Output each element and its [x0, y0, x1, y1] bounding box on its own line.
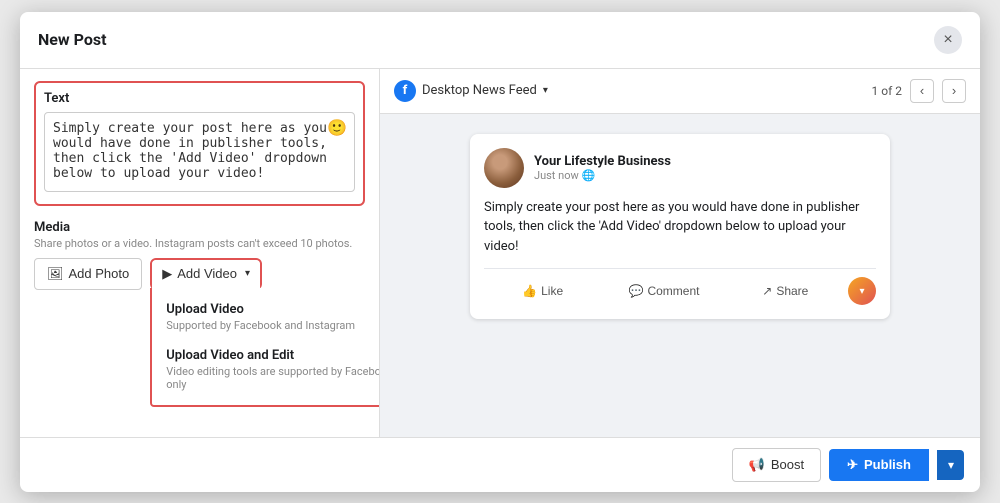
media-buttons: 🖼 Add Photo ▶ Add Video ▾ Uploa — [34, 258, 365, 290]
post-card: Your Lifestyle Business Just now 🌐 Simpl… — [470, 134, 890, 320]
nav-count: 1 of 2 — [872, 84, 902, 98]
publish-label: Publish — [864, 457, 911, 472]
preview-content: Your Lifestyle Business Just now 🌐 Simpl… — [380, 114, 980, 437]
post-time: Just now 🌐 — [534, 169, 671, 182]
media-sublabel: Share photos or a video. Instagram posts… — [34, 237, 365, 250]
modal-body: Text 🙂 Media Share photos or a video. In… — [20, 69, 980, 437]
preview-header: f Desktop News Feed ▾ 1 of 2 ‹ › — [380, 69, 980, 114]
upload-video-edit-item[interactable]: Upload Video and Edit Video editing tool… — [152, 340, 380, 399]
comment-icon: 💬 — [629, 284, 644, 298]
upload-video-subtitle: Supported by Facebook and Instagram — [166, 319, 380, 332]
emoji-icon[interactable]: 🙂 — [327, 118, 347, 137]
modal-header: New Post × — [20, 12, 980, 69]
text-section: Text 🙂 — [34, 81, 365, 206]
media-label: Media — [34, 220, 365, 235]
share-icon: ↗ — [762, 284, 772, 298]
media-section: Media Share photos or a video. Instagram… — [34, 220, 365, 302]
preview-chevron-icon: ▾ — [543, 85, 548, 96]
post-text-input[interactable] — [44, 112, 355, 192]
new-post-modal: New Post × Text 🙂 Media Share photos or — [20, 12, 980, 492]
post-text: Simply create your post here as you woul… — [484, 198, 876, 257]
publish-icon: ✈ — [847, 457, 858, 473]
avatar — [484, 148, 524, 188]
nav-next-button[interactable]: › — [942, 79, 966, 103]
color-button[interactable]: ▾ — [848, 277, 876, 305]
modal-title: New Post — [38, 30, 107, 49]
like-button[interactable]: 👍 Like — [484, 279, 601, 303]
video-icon: ▶ — [162, 266, 172, 282]
nav-prev-button[interactable]: ‹ — [910, 79, 934, 103]
left-panel: Text 🙂 Media Share photos or a video. In… — [20, 69, 380, 437]
add-photo-button[interactable]: 🖼 Add Photo — [34, 258, 142, 290]
publish-button[interactable]: ✈ Publish — [829, 449, 929, 481]
globe-icon: 🌐 — [582, 169, 596, 182]
publish-chevron-icon: ▾ — [948, 458, 954, 472]
add-video-button[interactable]: ▶ Add Video ▾ — [152, 260, 260, 288]
publish-dropdown-button[interactable]: ▾ — [937, 450, 964, 480]
add-video-label: Add Video — [177, 266, 237, 281]
boost-label: Boost — [771, 457, 804, 472]
right-panel: f Desktop News Feed ▾ 1 of 2 ‹ › — [380, 69, 980, 437]
author-info: Your Lifestyle Business Just now 🌐 — [534, 154, 671, 182]
upload-video-item[interactable]: Upload Video Supported by Facebook and I… — [152, 294, 380, 340]
like-icon: 👍 — [522, 284, 537, 298]
upload-video-edit-subtitle: Video editing tools are supported by Fac… — [166, 365, 380, 391]
preview-selector[interactable]: f Desktop News Feed ▾ — [394, 80, 548, 102]
avatar-image — [484, 148, 524, 188]
author-name: Your Lifestyle Business — [534, 154, 671, 169]
chevron-down-icon: ▾ — [245, 268, 250, 279]
boost-icon: 📢 — [749, 457, 765, 473]
upload-video-title: Upload Video — [166, 302, 380, 317]
like-label: Like — [541, 284, 563, 298]
post-author: Your Lifestyle Business Just now 🌐 — [484, 148, 876, 188]
post-actions: 👍 Like 💬 Comment ↗ Share — [484, 268, 876, 305]
modal-footer: 📢 Boost ✈ Publish ▾ — [20, 437, 980, 492]
upload-video-edit-title: Upload Video and Edit — [166, 348, 380, 363]
add-video-wrapper: ▶ Add Video ▾ Upload Video Supported by … — [150, 258, 262, 290]
preview-nav: 1 of 2 ‹ › — [872, 79, 966, 103]
comment-button[interactable]: 💬 Comment — [605, 279, 722, 303]
chevron-icon: ▾ — [859, 286, 864, 297]
text-label: Text — [44, 91, 355, 106]
boost-button[interactable]: 📢 Boost — [732, 448, 821, 482]
close-button[interactable]: × — [934, 26, 962, 54]
share-button[interactable]: ↗ Share — [727, 279, 844, 303]
photo-icon: 🖼 — [47, 266, 64, 282]
preview-selector-label: Desktop News Feed — [422, 83, 537, 98]
text-area-wrapper: 🙂 — [44, 112, 355, 196]
comment-label: Comment — [647, 284, 699, 298]
share-label: Share — [776, 284, 808, 298]
add-photo-label: Add Photo — [69, 266, 130, 281]
video-dropdown: Upload Video Supported by Facebook and I… — [150, 288, 380, 407]
facebook-icon: f — [394, 80, 416, 102]
modal-overlay: New Post × Text 🙂 Media Share photos or — [0, 0, 1000, 503]
